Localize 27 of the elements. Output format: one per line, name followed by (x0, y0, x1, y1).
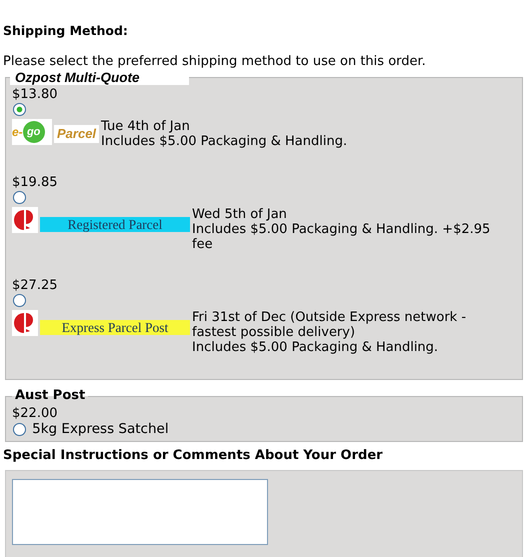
delivery-detail: Fri 31st of Dec (Outside Express network - fastest possible delivery) (192, 310, 468, 340)
delivery-detail: Wed 5th of Jan (192, 207, 288, 222)
service-banner: Registered Parcel (40, 217, 190, 232)
section-heading: Shipping Method: (3, 22, 129, 40)
delivery-detail: Tue 4th of Jan (101, 119, 191, 134)
price-text: $19.85 (12, 175, 58, 190)
price-text: $22.00 (12, 406, 58, 421)
price-text: $27.25 (12, 278, 58, 293)
delivery-detail: Includes $5.00 Packaging & Handling. (101, 134, 348, 149)
shipping-radio[interactable] (13, 422, 26, 436)
ego-logo: e- go (12, 119, 52, 145)
comments-heading: Special Instructions or Comments About Your Order (3, 448, 384, 464)
group-legend: Aust Post (12, 388, 88, 404)
service-banner: Express Parcel Post (40, 320, 190, 335)
instruction-text: Please select the preferred shipping method to use on this order. (3, 54, 427, 70)
delivery-detail: Includes $5.00 Packaging & Handling. +$2.95 fee (192, 222, 492, 252)
auspost-logo-icon (12, 310, 38, 336)
delivery-detail: Includes $5.00 Packaging & Handling. (192, 340, 440, 355)
price-text: $13.80 (12, 87, 58, 102)
shipping-radio[interactable] (13, 102, 26, 116)
auspost-logo-icon (12, 207, 38, 233)
shipping-radio[interactable] (13, 190, 26, 204)
group-legend: Ozpost Multi-Quote (10, 70, 190, 85)
service-logo-label: Parcel (54, 125, 100, 143)
option-label: 5kg Express Satchel (32, 421, 169, 437)
comments-field[interactable] (12, 479, 268, 545)
shipping-radio[interactable] (13, 294, 26, 307)
